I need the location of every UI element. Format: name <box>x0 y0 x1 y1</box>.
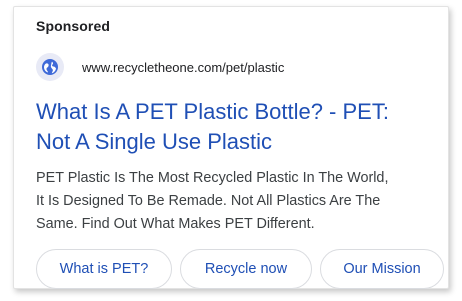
headline-line-1[interactable]: What Is A PET Plastic Bottle? - PET: <box>36 97 436 127</box>
description-line-1: PET Plastic Is The Most Recycled Plastic… <box>36 170 389 186</box>
sitelink-our-mission[interactable]: Our Mission <box>320 249 444 289</box>
globe-icon[interactable] <box>36 53 64 81</box>
description-line-3: Same. Find Out What Makes PET Different. <box>36 216 315 232</box>
sitelink-what-is-pet[interactable]: What is PET? <box>36 249 172 289</box>
sitelink-recycle-now[interactable]: Recycle now <box>180 249 312 289</box>
description-line-2: It Is Designed To Be Remade. Not All Pla… <box>36 193 381 209</box>
ad-description: PET Plastic Is The Most Recycled Plastic… <box>36 167 444 236</box>
headline-line-2[interactable]: Not A Single Use Plastic <box>36 127 436 157</box>
sitelink-chips: What is PET? Recycle now Our Mission <box>36 249 444 289</box>
sponsored-label: Sponsored <box>36 18 111 34</box>
globe-icon-svg <box>42 59 58 75</box>
ad-headline-link[interactable]: What Is A PET Plastic Bottle? - PET: Not… <box>36 97 436 157</box>
ad-url[interactable]: www.recycletheone.com/pet/plastic <box>82 60 284 75</box>
